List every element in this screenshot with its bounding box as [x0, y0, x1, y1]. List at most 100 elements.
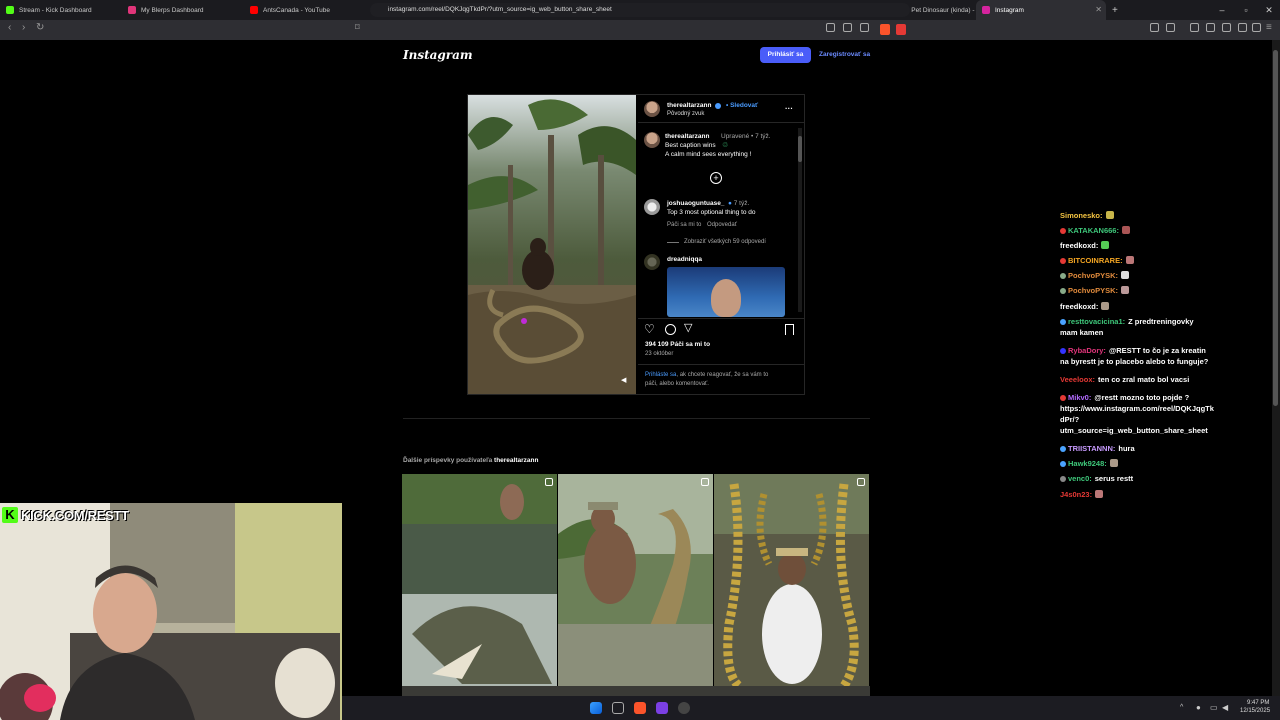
share-icon[interactable] — [860, 23, 869, 32]
network-icon[interactable]: ▭ — [1210, 703, 1218, 712]
follow-button[interactable]: • Sledovať — [726, 102, 758, 109]
chat-username[interactable]: Mikv0: — [1068, 393, 1091, 402]
author-name[interactable]: therealtarzann — [667, 102, 711, 109]
chat-username[interactable]: RybaDory: — [1068, 346, 1106, 355]
task-view-icon[interactable] — [612, 702, 624, 714]
chat-username[interactable]: BITCOINRARE: — [1068, 256, 1123, 265]
follow-label: Sledovať — [730, 102, 759, 109]
grid-post-2[interactable] — [558, 474, 713, 686]
minimize-button[interactable]: – — [1210, 0, 1234, 20]
chat-username[interactable]: freedkoxd: — [1060, 241, 1098, 250]
comment2-user[interactable]: dreadniqqa — [667, 256, 702, 263]
new-tab-button[interactable]: + — [1106, 0, 1124, 20]
reload-icon[interactable]: ↻ — [36, 22, 44, 33]
author-avatar[interactable] — [644, 101, 660, 117]
chat-username[interactable]: PochvoPYSK: — [1068, 271, 1118, 280]
more-posts-prefix: Ďalšie príspevky používateľa — [403, 457, 493, 464]
volume-icon[interactable]: ◀ — [1222, 703, 1228, 712]
tray-chevron-icon[interactable]: ^ — [1180, 704, 1183, 711]
bookmark-icon[interactable]: ⌑ — [355, 22, 360, 33]
extensions-icon[interactable] — [1190, 23, 1199, 32]
screen-icon[interactable] — [826, 23, 835, 32]
chat-username[interactable]: Hawk9248: — [1068, 459, 1107, 468]
tab-close-icon[interactable]: ✕ — [1095, 5, 1102, 14]
chat-message: BITCOINRARE: — [1060, 256, 1134, 265]
chat-username[interactable]: Simonesko: — [1060, 211, 1103, 220]
reel-icon — [545, 478, 553, 486]
login-prompt-link[interactable]: Prihláste sa — [645, 372, 676, 378]
start-icon[interactable] — [590, 702, 602, 714]
chat-username[interactable]: Veeeloox: — [1060, 375, 1095, 384]
caption-avatar[interactable] — [644, 132, 660, 148]
save-icon[interactable] — [785, 324, 794, 335]
comment1-user[interactable]: joshuaoguntuase_ — [667, 200, 724, 207]
reel-frame-image: ◀ — [468, 95, 636, 394]
badge-icon — [1060, 273, 1066, 279]
grid-post-1[interactable] — [402, 474, 557, 686]
browser-tab[interactable]: My Blerps Dashboard — [122, 0, 244, 20]
share-icon[interactable]: ▽ — [684, 321, 692, 334]
chat-message: mam kamen — [1060, 328, 1103, 337]
comment1-reply[interactable]: Odpovedať — [707, 222, 737, 228]
clock-time[interactable]: 9:47 PM — [1247, 700, 1269, 706]
leo-icon[interactable] — [1238, 23, 1247, 32]
maximize-button[interactable]: ▫ — [1234, 0, 1258, 20]
translate-icon[interactable] — [843, 23, 852, 32]
grid-post-3[interactable] — [714, 474, 869, 686]
sidebar-toggle-icon[interactable] — [1150, 23, 1159, 32]
menu-icon[interactable]: ≡ — [1266, 22, 1272, 33]
reader-icon[interactable] — [1206, 23, 1215, 32]
likes-count[interactable]: 394 109 Páči sa mi to — [645, 341, 710, 348]
view-replies-link[interactable]: Zobraziť všetkých 59 odpovedí — [684, 239, 766, 245]
back-icon[interactable]: ‹ — [8, 22, 11, 33]
toolbar — [0, 20, 1280, 40]
caption-author[interactable]: therealtarzann — [665, 133, 709, 140]
browser-tab[interactable]: Stream - Kick Dashboard — [0, 0, 122, 20]
scrollbar-thumb[interactable] — [1273, 50, 1278, 406]
more-posts-user[interactable]: therealtarzann — [494, 457, 538, 464]
tabs-icon[interactable] — [1222, 23, 1231, 32]
forward-icon[interactable]: › — [22, 22, 25, 33]
reel-video[interactable]: ◀ — [468, 95, 636, 394]
comments-scroll-thumb[interactable] — [798, 136, 802, 162]
badge-icon — [1060, 476, 1066, 482]
brave-taskbar-icon[interactable] — [634, 702, 646, 714]
clock-date[interactable]: 12/15/2025 — [1240, 708, 1270, 714]
brave-rewards-icon[interactable] — [896, 24, 906, 35]
chat-username[interactable]: venc0: — [1068, 474, 1092, 483]
more-posts-heading: Ďalšie príspevky používateľa therealtarz… — [403, 457, 538, 464]
obs-taskbar-icon[interactable] — [656, 702, 668, 714]
load-more-comments-icon[interactable]: + — [710, 172, 722, 184]
comment1-avatar[interactable] — [644, 199, 660, 215]
chat-username[interactable]: KATAKAN666: — [1068, 226, 1119, 235]
tab-favicon-icon — [128, 6, 136, 14]
login-button[interactable]: Prihlásiť sa — [760, 47, 811, 63]
audio-label[interactable]: Pôvodný zvuk — [667, 111, 704, 117]
chat-username[interactable]: freedkoxd: — [1060, 302, 1098, 311]
address-bar[interactable]: instagram.com/reel/DQKJqgTkdPr/?utm_sour… — [370, 3, 910, 17]
comment2-avatar[interactable] — [644, 254, 660, 270]
like-icon[interactable]: ♡ — [644, 322, 655, 336]
vpn-icon[interactable] — [1252, 23, 1261, 32]
comment-icon[interactable] — [665, 324, 676, 335]
comment-image[interactable] — [667, 267, 785, 317]
emote-icon — [1121, 286, 1130, 294]
signup-link[interactable]: Zaregistrovať sa — [819, 47, 870, 63]
chat-message: freedkoxd: — [1060, 241, 1110, 250]
comment1-like[interactable]: Páči sa mi to — [667, 222, 701, 228]
chat-username[interactable]: J4s0n23: — [1060, 490, 1092, 499]
chat-username[interactable]: TRIISTANNN: — [1068, 444, 1115, 453]
chat-username[interactable]: resttovacicina1: — [1068, 317, 1125, 326]
browser-tab[interactable]: AntsCanada - YouTube — [244, 0, 366, 20]
wallet-icon[interactable] — [1166, 23, 1175, 32]
close-window-button[interactable]: ✕ — [1257, 0, 1280, 20]
browser-tab[interactable]: Instagram ✕ — [976, 0, 1106, 20]
app-taskbar-icon[interactable] — [678, 702, 690, 714]
instagram-logo[interactable]: Instagram — [403, 48, 473, 62]
mic-icon[interactable]: ● — [1196, 703, 1201, 712]
brave-shield-icon[interactable] — [880, 24, 890, 35]
chat-text: mam kamen — [1060, 328, 1104, 337]
chat-username[interactable]: PochvoPYSK: — [1068, 286, 1118, 295]
chat-message: PochvoPYSK: — [1060, 271, 1130, 280]
more-options-icon[interactable]: ··· — [785, 104, 793, 113]
